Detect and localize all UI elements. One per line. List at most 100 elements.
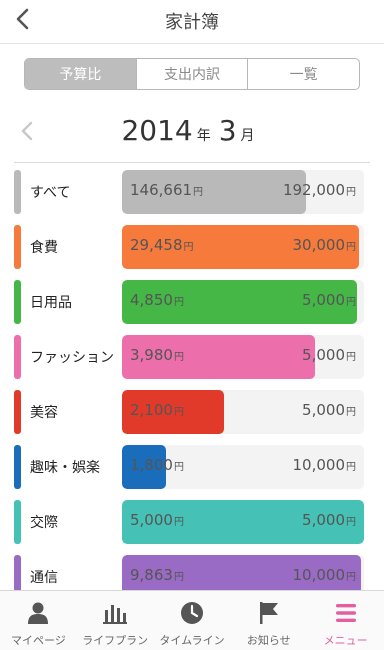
tab-menu[interactable]: メニュー: [307, 591, 384, 650]
spent-amount: 3,980円: [130, 346, 184, 364]
page-title: 家計簿: [165, 12, 219, 33]
budget-progress-bar: 4,850円 5,000円: [122, 280, 364, 324]
tab-label: ライフプラン: [82, 634, 149, 647]
budget-row[interactable]: 美容 2,100円 5,000円: [0, 390, 384, 434]
budget-amount: 30,000円: [293, 236, 357, 254]
month-navigation: 2014 年 3 月: [0, 110, 384, 158]
budget-amount: 192,000円: [283, 181, 356, 199]
budget-progress-bar: 29,458円 30,000円: [122, 225, 364, 269]
category-name: 趣味・娯楽: [30, 460, 100, 476]
currency-unit: 円: [193, 187, 204, 198]
person-icon: [23, 599, 53, 627]
tab-expense-breakdown[interactable]: 支出内訳: [137, 59, 249, 89]
tab-timeline[interactable]: タイムライン: [154, 591, 231, 650]
budget-value: 10,000: [292, 456, 346, 474]
budget-progress-bar: 1,800円 10,000円: [122, 445, 364, 489]
category-color-stripe: [14, 390, 21, 434]
month-value: 3: [218, 114, 237, 147]
clock-icon: [177, 599, 207, 627]
category-name: 通信: [30, 570, 58, 586]
currency-unit: 円: [346, 187, 356, 198]
category-name: ファッション: [30, 350, 114, 366]
budget-row[interactable]: すべて 146,661円 192,000円: [0, 170, 384, 214]
spent-value: 5,000: [130, 511, 173, 529]
budget-value: 10,000: [292, 566, 346, 584]
budget-value: 5,000: [302, 291, 345, 309]
budget-amount: 5,000円: [302, 291, 356, 309]
bar-chart-icon: [100, 599, 130, 627]
category-name: 交際: [30, 515, 58, 531]
budget-progress-bar: 2,100円 5,000円: [122, 390, 364, 434]
budget-amount: 5,000円: [302, 346, 356, 364]
budget-row[interactable]: 趣味・娯楽 1,800円 10,000円: [0, 445, 384, 489]
tab-label: メニュー: [323, 634, 368, 647]
budget-progress-bar: 5,000円 5,000円: [122, 500, 364, 544]
category-color-stripe: [14, 280, 21, 324]
currency-unit: 円: [346, 462, 356, 473]
spent-amount: 9,863円: [130, 566, 184, 584]
month-label: 2014 年 3 月: [0, 114, 384, 147]
currency-unit: 円: [346, 407, 356, 418]
currency-unit: 円: [173, 352, 184, 363]
spent-value: 3,980: [130, 346, 173, 364]
header: 家計簿: [0, 0, 384, 44]
currency-unit: 円: [173, 572, 184, 583]
currency-unit: 円: [346, 572, 356, 583]
category-color-stripe: [14, 335, 21, 379]
currency-unit: 円: [183, 242, 194, 253]
tab-label: お知らせ: [246, 634, 291, 647]
budget-amount: 5,000円: [302, 511, 356, 529]
tab-budget-ratio[interactable]: 予算比: [25, 59, 137, 89]
tab-notifications[interactable]: お知らせ: [230, 591, 307, 650]
budget-value: 5,000: [302, 401, 345, 419]
menu-icon: [331, 599, 361, 627]
category-color-stripe: [14, 500, 21, 544]
year-value: 2014: [121, 114, 193, 147]
tab-my-page[interactable]: マイページ: [0, 591, 77, 650]
budget-amount: 10,000円: [293, 456, 357, 474]
category-color-stripe: [14, 225, 21, 269]
budget-value: 5,000: [302, 511, 345, 529]
spent-amount: 146,661円: [130, 181, 203, 199]
category-name: すべて: [30, 185, 71, 201]
budget-row[interactable]: 食費 29,458円 30,000円: [0, 225, 384, 269]
spent-value: 146,661: [130, 181, 193, 199]
budget-progress-bar: 3,980円 5,000円: [122, 335, 364, 379]
budget-value: 30,000: [292, 236, 346, 254]
tab-label: マイページ: [11, 634, 66, 647]
currency-unit: 円: [173, 407, 184, 418]
spent-amount: 29,458円: [130, 236, 194, 254]
view-segmented-control: 予算比 支出内訳 一覧: [24, 58, 360, 90]
currency-unit: 円: [346, 242, 356, 253]
year-unit: 年: [196, 128, 211, 144]
budget-row[interactable]: 交際 5,000円 5,000円: [0, 500, 384, 544]
spent-value: 29,458: [130, 236, 183, 254]
spent-amount: 5,000円: [130, 511, 184, 529]
tab-life-plan[interactable]: ライフプラン: [77, 591, 154, 650]
app: 家計簿 予算比 支出内訳 一覧 2014 年 3 月 すべて 146,661円 192,0…: [0, 0, 384, 650]
currency-unit: 円: [173, 462, 184, 473]
tab-label: タイムライン: [159, 634, 225, 647]
category-name: 食費: [30, 240, 58, 256]
spent-amount: 1,800円: [130, 456, 184, 474]
budget-row[interactable]: 日用品 4,850円 5,000円: [0, 280, 384, 324]
tab-list[interactable]: 一覧: [248, 59, 359, 89]
category-name: 美容: [30, 405, 58, 421]
currency-unit: 円: [346, 352, 356, 363]
currency-unit: 円: [173, 517, 184, 528]
budget-progress-bar: 146,661円 192,000円: [122, 170, 364, 214]
budget-row[interactable]: ファッション 3,980円 5,000円: [0, 335, 384, 379]
flag-icon: [254, 599, 284, 627]
budget-value: 5,000: [302, 346, 345, 364]
budget-amount: 10,000円: [293, 566, 357, 584]
currency-unit: 円: [173, 297, 184, 308]
category-name: 日用品: [30, 295, 72, 311]
budget-value: 192,000: [282, 181, 345, 199]
spent-value: 2,100: [130, 401, 173, 419]
spent-amount: 2,100円: [130, 401, 184, 419]
month-unit: 月: [240, 128, 255, 144]
currency-unit: 円: [346, 297, 356, 308]
category-color-stripe: [14, 170, 21, 214]
budget-amount: 5,000円: [302, 401, 356, 419]
currency-unit: 円: [346, 517, 356, 528]
